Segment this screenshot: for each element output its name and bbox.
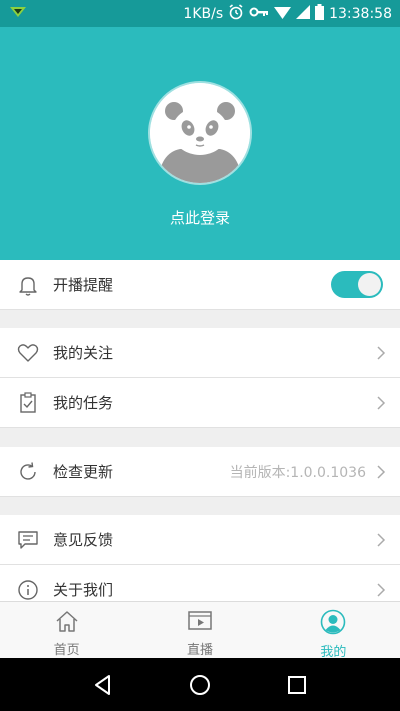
profile-icon [320, 609, 346, 639]
vpn-key-icon [249, 6, 269, 22]
tab-mine[interactable]: 我的 [267, 602, 400, 660]
avatar[interactable] [150, 83, 250, 183]
status-bar: 1KB/s 13:38:58 [0, 0, 400, 27]
feedback-row[interactable]: 意见反馈 [0, 515, 400, 565]
info-icon [13, 575, 43, 605]
clock-time: 13:38:58 [329, 5, 392, 22]
heart-icon [13, 338, 43, 368]
circle-home-icon [189, 674, 210, 695]
home-icon [54, 609, 80, 637]
home-button[interactable] [180, 665, 220, 705]
chevron-right-icon [374, 464, 388, 479]
signal-icon [296, 4, 311, 23]
clipboard-check-icon [13, 388, 43, 418]
system-nav-bar [0, 658, 400, 711]
live-reminder-row: 开播提醒 [0, 260, 400, 310]
bell-icon [13, 270, 43, 300]
message-icon [13, 525, 43, 555]
tab-live-label: 直播 [186, 643, 213, 658]
bottom-tab-bar: 首页 直播 我的 [0, 601, 400, 660]
tab-live[interactable]: 直播 [133, 602, 266, 658]
about-label: 关于我们 [53, 581, 114, 599]
live-reminder-toggle[interactable] [331, 271, 383, 298]
login-link[interactable]: 点此登录 [0, 207, 400, 228]
toggle-knob [358, 273, 381, 296]
tab-home-label: 首页 [53, 643, 80, 658]
feedback-label: 意见反馈 [53, 531, 114, 549]
net-speed: 1KB/s [183, 5, 224, 22]
my-follows-row[interactable]: 我的关注 [0, 328, 400, 378]
check-update-label: 检查更新 [53, 463, 114, 481]
my-tasks-row[interactable]: 我的任务 [0, 378, 400, 428]
square-recents-icon [287, 675, 306, 694]
my-follows-label: 我的关注 [53, 344, 114, 362]
version-text: 当前版本:1.0.0.1036 [229, 464, 366, 481]
refresh-icon [13, 457, 43, 487]
notification-app-icon [8, 5, 28, 23]
profile-header: 点此登录 [0, 27, 400, 260]
wifi-icon [274, 5, 292, 23]
back-button[interactable] [83, 665, 123, 705]
chevron-right-icon [374, 582, 388, 597]
live-reminder-label: 开播提醒 [53, 276, 114, 294]
chevron-right-icon [374, 395, 388, 410]
my-tasks-label: 我的任务 [53, 394, 114, 412]
chevron-right-icon [374, 532, 388, 547]
video-icon [187, 609, 213, 637]
check-update-row[interactable]: 检查更新 当前版本:1.0.0.1036 [0, 447, 400, 497]
chevron-right-icon [374, 345, 388, 360]
back-icon [95, 674, 111, 695]
tab-home[interactable]: 首页 [0, 602, 133, 658]
recents-button[interactable] [277, 665, 317, 705]
alarm-icon [228, 3, 244, 24]
panda-avatar-icon [150, 83, 250, 183]
battery-icon [315, 3, 325, 24]
